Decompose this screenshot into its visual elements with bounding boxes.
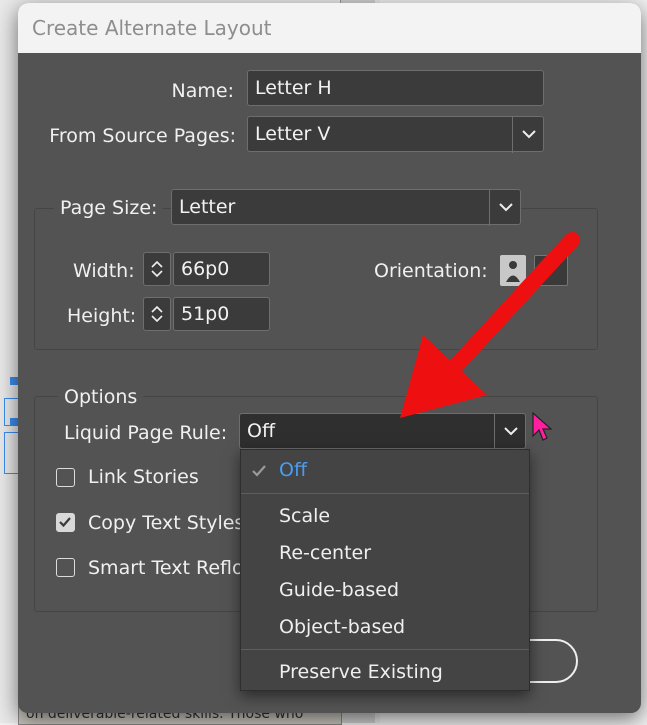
- name-input-value: Letter H: [255, 77, 332, 99]
- width-label: Width:: [73, 260, 135, 282]
- source-pages-dropdown[interactable]: Letter V: [247, 115, 545, 153]
- menu-item-guide-based[interactable]: Guide-based: [279, 579, 399, 601]
- width-stepper[interactable]: [143, 252, 171, 286]
- landscape-orientation-icon[interactable]: [534, 255, 568, 286]
- menu-item-scale[interactable]: Scale: [279, 505, 330, 527]
- menu-item-preserve-existing[interactable]: Preserve Existing: [279, 661, 443, 683]
- liquid-page-rule-value: Off: [247, 420, 276, 442]
- menu-item-off[interactable]: Off: [279, 459, 307, 481]
- liquid-page-rule-label: Liquid Page Rule:: [64, 422, 228, 444]
- liquid-page-rule-menu: Off Scale Re-center Guide-based Object-b…: [240, 449, 530, 691]
- portrait-orientation-icon[interactable]: [500, 255, 526, 286]
- menu-item-re-center[interactable]: Re-center: [279, 542, 371, 564]
- checkmark-icon: [252, 465, 266, 477]
- height-input[interactable]: 51p0: [173, 297, 270, 331]
- width-value: 66p0: [181, 258, 230, 280]
- chevron-down-icon: [151, 270, 163, 277]
- page-size-dropdown[interactable]: Letter: [171, 188, 522, 226]
- orientation-label: Orientation:: [374, 260, 488, 282]
- create-alternate-layout-dialog: Create Alternate Layout Name: Letter H F…: [18, 3, 641, 713]
- copy-text-styles-checkbox[interactable]: [56, 513, 75, 532]
- chevron-down-icon: [151, 315, 163, 322]
- smart-text-reflow-label: Smart Text Reflo: [88, 557, 244, 579]
- menu-separator: [241, 493, 529, 494]
- chevron-down-icon[interactable]: [511, 115, 545, 153]
- dialog-titlebar[interactable]: Create Alternate Layout: [18, 3, 641, 53]
- name-label: Name:: [171, 80, 234, 102]
- chevron-down-icon[interactable]: [493, 412, 527, 450]
- source-pages-value: Letter V: [255, 123, 331, 145]
- smart-text-reflow-checkbox[interactable]: [56, 558, 75, 577]
- name-input[interactable]: Letter H: [247, 70, 544, 106]
- source-pages-label: From Source Pages:: [49, 125, 236, 147]
- menu-item-object-based[interactable]: Object-based: [279, 616, 405, 638]
- link-stories-label: Link Stories: [88, 466, 199, 488]
- dialog-title: Create Alternate Layout: [32, 16, 272, 40]
- page-size-value: Letter: [179, 196, 236, 218]
- width-input[interactable]: 66p0: [173, 252, 270, 286]
- options-label: Options: [58, 386, 144, 408]
- height-value: 51p0: [181, 303, 230, 325]
- chevron-down-icon[interactable]: [488, 188, 522, 226]
- chevron-up-icon: [151, 306, 163, 313]
- chevron-up-icon: [151, 261, 163, 268]
- liquid-page-rule-dropdown[interactable]: Off: [239, 412, 527, 450]
- menu-separator: [241, 649, 529, 650]
- checkmark-icon: [59, 517, 71, 528]
- mouse-cursor-icon: [532, 412, 552, 441]
- copy-text-styles-label: Copy Text Styles: [88, 512, 245, 534]
- page-size-label: Page Size:: [54, 197, 164, 219]
- selection-handle[interactable]: [10, 377, 18, 385]
- height-label: Height:: [67, 305, 137, 327]
- height-stepper[interactable]: [143, 297, 171, 331]
- link-stories-checkbox[interactable]: [56, 468, 75, 487]
